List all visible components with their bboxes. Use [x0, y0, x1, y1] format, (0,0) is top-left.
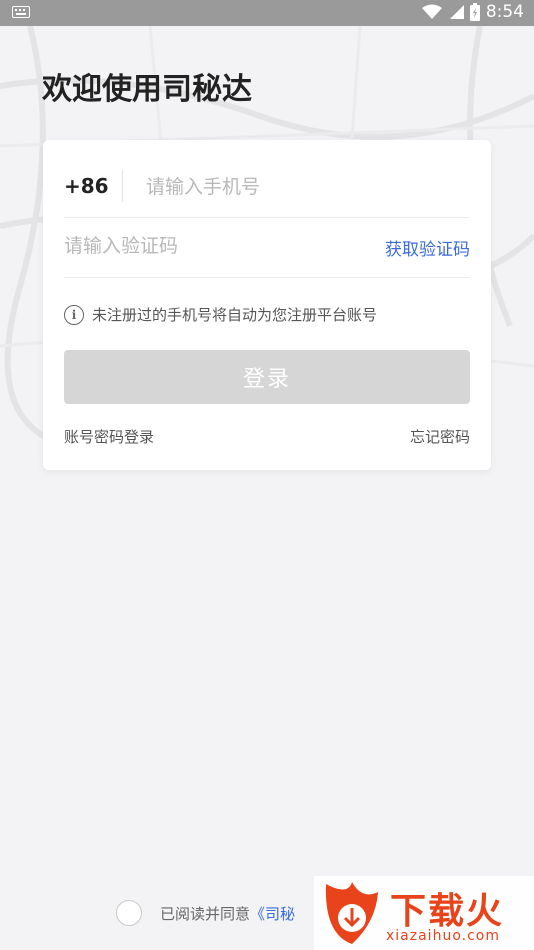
- wifi-icon: [421, 4, 442, 20]
- info-icon: i: [64, 304, 84, 325]
- phone-input[interactable]: [146, 172, 466, 202]
- status-bar: 8:54: [0, 0, 534, 26]
- forgot-password-link[interactable]: 忘记密码: [410, 426, 470, 447]
- password-login-link[interactable]: 账号密码登录: [64, 426, 154, 447]
- hint-text: 未注册过的手机号将自动为您注册平台账号: [92, 306, 378, 324]
- flame-logo-icon: [325, 882, 378, 944]
- login-card: +86 获取验证码 i 未注册过的手机号将自动为您注册平台账号 登录 账号密码登…: [43, 140, 491, 470]
- agreement-checkbox[interactable]: [116, 900, 142, 926]
- status-time: 8:54: [485, 2, 524, 22]
- watermark: 下载火 xiazaihuo.com: [314, 876, 534, 950]
- keyboard-icon: [12, 6, 30, 18]
- agreement-text: 已阅读并同意: [160, 904, 251, 923]
- page-title: 欢迎使用司秘达: [42, 72, 252, 107]
- battery-icon: [469, 3, 480, 21]
- code-row: 获取验证码: [64, 217, 470, 278]
- phone-row: +86: [64, 140, 470, 218]
- register-hint: i 未注册过的手机号将自动为您注册平台账号: [64, 304, 377, 325]
- watermark-url: xiazaihuo.com: [386, 928, 500, 944]
- agreement-row: 已阅读并同意《司秘: [116, 900, 295, 926]
- agreement-link[interactable]: 《司秘: [250, 905, 295, 923]
- watermark-title: 下载火: [390, 891, 505, 932]
- login-button[interactable]: 登录: [64, 350, 470, 404]
- country-code[interactable]: +86: [64, 174, 109, 198]
- get-code-button[interactable]: 获取验证码: [385, 235, 470, 260]
- code-input[interactable]: [64, 231, 344, 261]
- divider: [122, 170, 123, 202]
- signal-icon: [448, 4, 464, 20]
